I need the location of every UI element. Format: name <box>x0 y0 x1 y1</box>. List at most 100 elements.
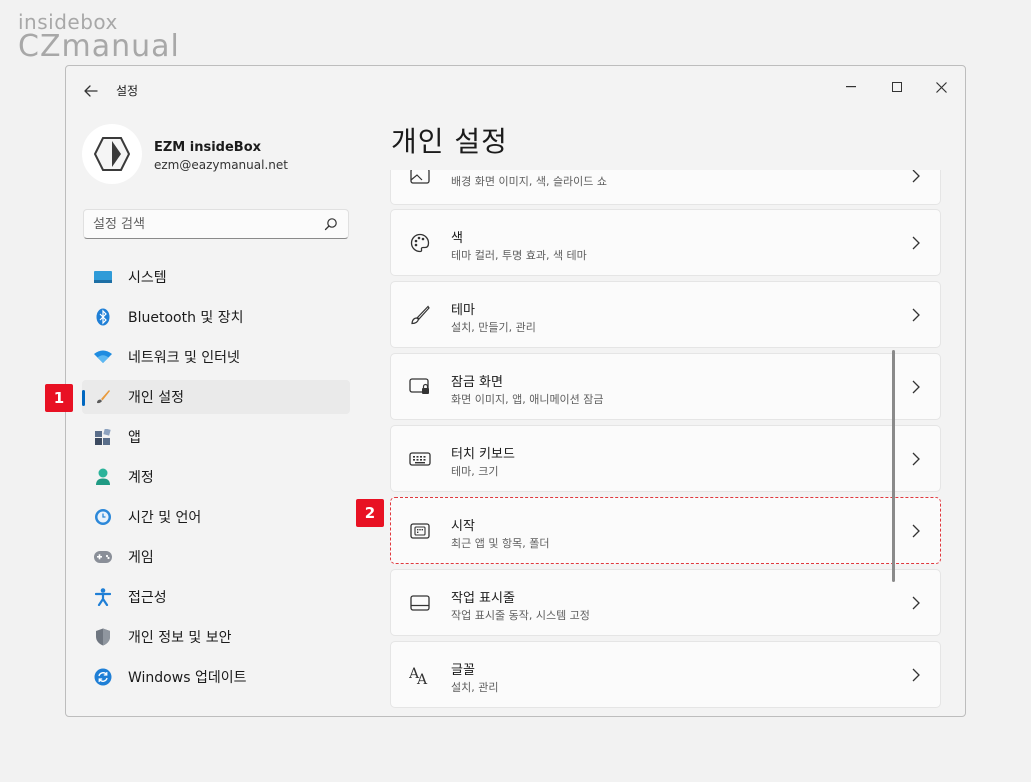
card-title: 터치 키보드 <box>451 447 515 462</box>
maximize-icon <box>892 82 902 92</box>
user-profile[interactable]: EZM insideBox ezm@eazymanual.net <box>82 124 352 184</box>
card-subtitle: 화면 이미지, 앱, 애니메이션 잠금 <box>451 393 604 406</box>
svg-text:A: A <box>416 672 428 685</box>
back-button[interactable] <box>80 80 102 102</box>
start-icon <box>409 520 431 542</box>
sidebar-item-network[interactable]: 네트워크 및 인터넷 <box>82 340 350 374</box>
shield-icon <box>94 628 112 646</box>
chevron-right-icon <box>912 236 920 250</box>
chevron-right-icon <box>912 308 920 322</box>
back-arrow-icon <box>84 85 98 97</box>
card-title: 잠금 화면 <box>451 375 503 390</box>
sidebar-item-label: Bluetooth 및 장치 <box>128 310 244 326</box>
card-subtitle: 작업 표시줄 동작, 시스템 고정 <box>451 609 590 622</box>
card-subtitle: 테마 컬러, 투명 효과, 색 테마 <box>451 249 587 262</box>
sidebar-item-time-language[interactable]: 시간 및 언어 <box>82 500 350 534</box>
apps-icon <box>94 428 112 446</box>
accessibility-icon <box>94 588 112 606</box>
touch-keyboard-card[interactable]: 터치 키보드테마, 크기 <box>390 425 941 492</box>
minimize-button[interactable] <box>829 72 873 102</box>
page-title: 개인 설정 <box>391 125 508 158</box>
chevron-right-icon <box>912 668 920 682</box>
sidebar-item-system[interactable]: 시스템 <box>82 260 350 294</box>
settings-window: 설정 EZM insideBox ezm@eazymanual.net 시스템 <box>65 65 966 717</box>
window-title: 설정 <box>116 84 139 98</box>
sidebar-item-label: 개인 설정 <box>128 390 184 406</box>
card-subtitle: 설치, 관리 <box>451 681 499 694</box>
profile-email: ezm@eazymanual.net <box>154 158 288 172</box>
sidebar-item-label: Windows 업데이트 <box>128 670 247 686</box>
card-title: 글꼴 <box>451 663 475 678</box>
search-input[interactable] <box>93 215 313 233</box>
step-badge-1: 1 <box>45 384 73 412</box>
time-language-icon <box>94 508 112 526</box>
lock-screen-icon <box>409 376 431 398</box>
system-icon <box>94 268 112 286</box>
maximize-button[interactable] <box>875 72 919 102</box>
sidebar-item-label: 게임 <box>128 550 154 566</box>
update-icon <box>94 668 112 686</box>
sidebar-item-accounts[interactable]: 계정 <box>82 460 350 494</box>
wifi-icon <box>94 348 112 366</box>
image-icon <box>409 170 431 187</box>
card-subtitle: 최근 앱 및 항목, 폴더 <box>451 537 550 550</box>
fonts-icon: AA <box>409 664 431 686</box>
card-title: 시작 <box>451 519 475 534</box>
sidebar-item-personalization[interactable]: 개인 설정 <box>82 380 350 414</box>
hexagon-logo-icon <box>94 137 130 171</box>
sidebar-item-label: 계정 <box>128 470 154 486</box>
themes-card[interactable]: 테마설치, 만들기, 관리 <box>390 281 941 348</box>
sidebar-item-apps[interactable]: 앱 <box>82 420 350 454</box>
card-subtitle: 배경 화면 이미지, 색, 슬라이드 쇼 <box>451 175 608 188</box>
watermark-logo: insidebox CZmanual <box>18 10 180 64</box>
sidebar-nav: 시스템 Bluetooth 및 장치 네트워크 및 인터넷 개인 설정 앱 계정… <box>82 260 350 700</box>
sidebar-item-privacy[interactable]: 개인 정보 및 보안 <box>82 620 350 654</box>
sidebar-item-gaming[interactable]: 게임 <box>82 540 350 574</box>
colors-card[interactable]: 색테마 컬러, 투명 효과, 색 테마 <box>390 209 941 276</box>
sidebar-item-accessibility[interactable]: 접근성 <box>82 580 350 614</box>
minimize-icon <box>846 86 856 88</box>
card-title: 작업 표시줄 <box>451 591 515 606</box>
taskbar-icon <box>409 592 431 614</box>
card-subtitle: 설치, 만들기, 관리 <box>451 321 536 334</box>
sidebar-item-label: 시스템 <box>128 270 167 286</box>
chevron-right-icon <box>912 170 920 183</box>
palette-icon <box>409 232 431 254</box>
account-icon <box>94 468 112 486</box>
chevron-right-icon <box>912 524 920 538</box>
card-title: 테마 <box>451 303 475 318</box>
close-button[interactable] <box>919 72 963 102</box>
background-card[interactable]: 배경 화면 이미지, 색, 슬라이드 쇼 <box>390 170 941 205</box>
card-subtitle: 테마, 크기 <box>451 465 499 478</box>
keyboard-icon <box>409 448 431 470</box>
chevron-right-icon <box>912 380 920 394</box>
brush-icon <box>94 388 112 406</box>
step-badge-2: 2 <box>356 499 384 527</box>
bluetooth-icon <box>94 308 112 326</box>
sidebar-item-label: 시간 및 언어 <box>128 510 202 526</box>
watermark-main-text: CZmanual <box>18 29 180 64</box>
start-card[interactable]: 시작최근 앱 및 항목, 폴더 <box>390 497 941 564</box>
search-box[interactable] <box>83 209 349 239</box>
chevron-right-icon <box>912 452 920 466</box>
chevron-right-icon <box>912 596 920 610</box>
card-title: 색 <box>451 231 463 246</box>
search-icon[interactable] <box>324 217 338 231</box>
close-icon <box>935 81 947 93</box>
taskbar-card[interactable]: 작업 표시줄작업 표시줄 동작, 시스템 고정 <box>390 569 941 636</box>
content-scrollbar[interactable] <box>892 350 895 582</box>
title-bar: 설정 <box>66 66 965 114</box>
settings-content: 배경 화면 이미지, 색, 슬라이드 쇼 색테마 컬러, 투명 효과, 색 테마… <box>390 170 942 716</box>
sidebar-item-label: 접근성 <box>128 590 167 606</box>
sidebar-item-bluetooth[interactable]: Bluetooth 및 장치 <box>82 300 350 334</box>
fonts-card[interactable]: A A 글꼴설치, 관리 <box>390 641 941 708</box>
gamepad-icon <box>94 548 112 566</box>
brush-icon <box>409 304 431 326</box>
sidebar-item-label: 앱 <box>128 430 141 446</box>
lock-screen-card[interactable]: 잠금 화면화면 이미지, 앱, 애니메이션 잠금 <box>390 353 941 420</box>
profile-name: EZM insideBox <box>154 140 262 155</box>
sidebar-item-windows-update[interactable]: Windows 업데이트 <box>82 660 350 694</box>
sidebar-item-label: 개인 정보 및 보안 <box>128 630 232 646</box>
avatar <box>82 124 142 184</box>
sidebar-item-label: 네트워크 및 인터넷 <box>128 350 240 366</box>
